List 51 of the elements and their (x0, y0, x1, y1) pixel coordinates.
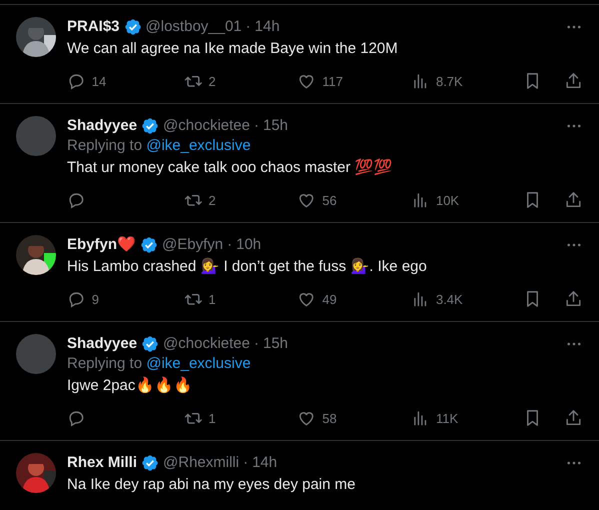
tweet-text: His Lambo crashed 💁‍♀ I don’t get the fuss 💁‍♀. Ike ego (67, 257, 428, 277)
like-count: 56 (322, 192, 337, 208)
share-icon[interactable] (564, 190, 583, 210)
separator-dot: · (246, 17, 251, 37)
separator-dot: · (254, 334, 259, 354)
timestamp[interactable]: 15h (263, 334, 288, 354)
display-name[interactable]: PRAI$3 (67, 17, 120, 37)
like-count: 117 (322, 74, 343, 88)
repost-count: 2 (208, 74, 216, 88)
view-count: 11K (436, 410, 458, 426)
share-icon[interactable] (564, 71, 583, 91)
share-icon[interactable] (564, 408, 583, 428)
repost-count: 1 (208, 410, 216, 426)
display-name[interactable]: Ebyfyn❤ (67, 235, 136, 255)
tweet-text: That ur money cake talk ooo chaos master 💯💯 (67, 158, 394, 178)
view-count: 8.7K (436, 74, 463, 88)
like-count: 58 (322, 410, 337, 426)
user-handle[interactable]: @Ebyfyn (162, 235, 224, 255)
timestamp[interactable]: 14h (252, 453, 278, 473)
display-name[interactable]: Shadyyee (67, 334, 138, 354)
timestamp[interactable]: 10h (236, 235, 262, 255)
replying-label: Replying to (67, 137, 142, 154)
reply-icon[interactable] (67, 408, 86, 428)
share-icon[interactable] (564, 289, 583, 309)
separator-dot: · (254, 116, 259, 136)
separator-dot: · (227, 235, 232, 255)
mention-link[interactable]: @ike_exclusive (146, 137, 251, 154)
view-count: 10K (436, 192, 460, 208)
like-count: 49 (322, 292, 337, 306)
display-name[interactable]: Rhex Milli (67, 453, 138, 473)
replying-label: Replying to (67, 355, 142, 372)
user-handle[interactable]: @chockietee (163, 116, 250, 136)
user-handle[interactable]: @chockietee (163, 334, 250, 354)
reply-icon[interactable] (67, 290, 86, 308)
tweet-text: Igwe 2pac🔥🔥🔥 (67, 376, 194, 396)
tweet-text: Na Ike dey rap abi na my eyes dey pain me (67, 475, 356, 495)
timestamp[interactable]: 14h (254, 17, 280, 37)
user-handle[interactable]: @Rhexmilli (163, 453, 240, 473)
reply-icon[interactable] (67, 72, 86, 90)
repost-count: 2 (208, 192, 216, 208)
user-handle[interactable]: @lostboy__01 (146, 17, 242, 37)
reply-count: 9 (92, 292, 99, 306)
display-name[interactable]: Shadyyee (67, 116, 138, 136)
view-count: 3.4K (436, 292, 463, 306)
separator-dot: · (243, 453, 248, 473)
repost-count: 1 (208, 292, 216, 306)
reply-count: 14 (92, 74, 106, 88)
reply-icon[interactable] (67, 190, 86, 210)
mention-link[interactable]: @ike_exclusive (146, 355, 251, 372)
tweet-text: We can all agree na Ike made Baye win the 120M (67, 39, 399, 59)
timestamp[interactable]: 15h (263, 116, 288, 136)
